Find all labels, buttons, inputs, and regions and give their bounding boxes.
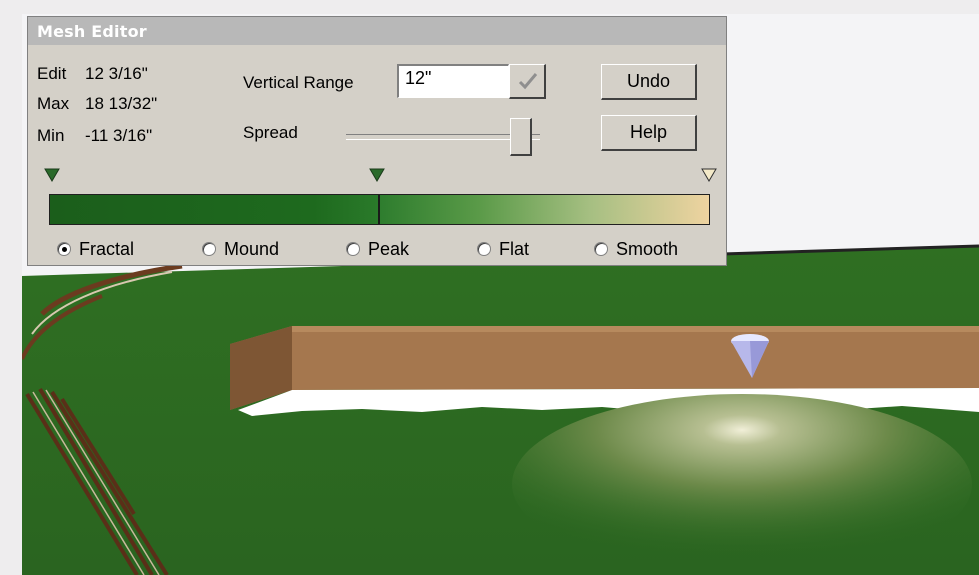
mode-mound-label: Mound — [224, 239, 280, 259]
vertical-range-input[interactable]: 12" — [397, 64, 509, 98]
elevation-color-gradient[interactable] — [49, 194, 710, 225]
radio-dot — [346, 242, 360, 256]
max-value: 18 13/32" — [85, 94, 158, 113]
apply-check-button[interactable] — [509, 64, 546, 99]
gradient-start-marker[interactable] — [44, 168, 60, 182]
mode-smooth-label: Smooth — [616, 239, 679, 259]
checkmark-icon — [518, 73, 538, 90]
spread-slider-thumb[interactable] — [509, 118, 532, 156]
edit-label: Edit — [37, 64, 67, 83]
min-label: Min — [37, 126, 65, 145]
mode-fractal-label: Fractal — [79, 239, 135, 259]
edit-value: 12 3/16" — [85, 64, 148, 83]
mode-flat-label: Flat — [499, 239, 530, 259]
gradient-end-marker[interactable] — [701, 168, 717, 182]
mode-peak-label: Peak — [368, 239, 410, 259]
mesh-editor-panel: Mesh Editor Edit 12 3/16" Max 18 13/32" … — [27, 16, 727, 266]
min-value: -11 3/16" — [85, 126, 153, 145]
radio-dot — [202, 242, 216, 256]
radio-dot — [57, 242, 71, 256]
spread-label: Spread — [243, 123, 298, 142]
window-title: Mesh Editor — [37, 22, 147, 41]
gradient-mid-marker[interactable] — [369, 168, 385, 182]
max-label: Max — [37, 94, 70, 113]
radio-dot — [594, 242, 608, 256]
undo-button[interactable]: Undo — [601, 64, 697, 100]
terrain-hill — [512, 394, 972, 574]
vertical-range-label: Vertical Range — [243, 73, 354, 92]
help-button[interactable]: Help — [601, 115, 697, 151]
title-bar[interactable]: Mesh Editor — [28, 17, 726, 45]
radio-dot — [477, 242, 491, 256]
